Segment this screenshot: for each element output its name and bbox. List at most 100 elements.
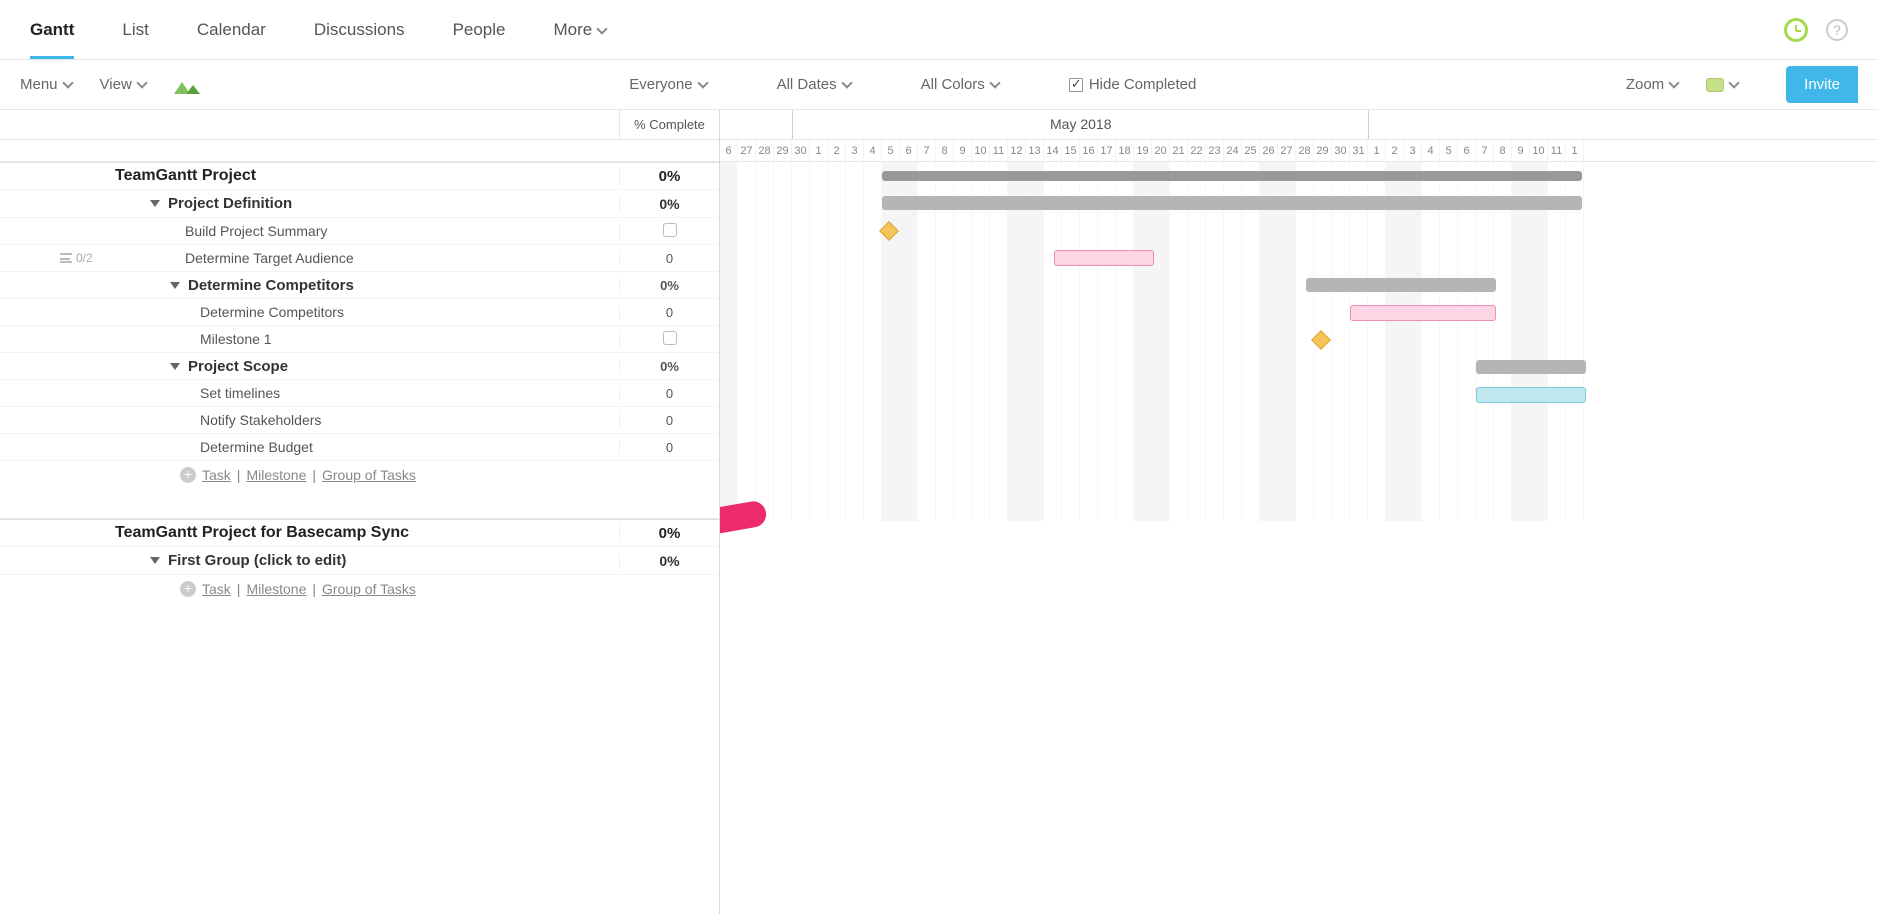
task-name: Notify Stakeholders [200, 412, 321, 428]
gantt-rows [720, 162, 1878, 521]
plus-icon[interactable]: + [180, 467, 196, 483]
tab-more-label: More [554, 20, 593, 39]
day-header-cell: 23 [1206, 140, 1224, 161]
day-header-cell: 18 [1116, 140, 1134, 161]
project-row[interactable]: TeamGantt Project 0% [0, 162, 719, 190]
checkbox-icon [1069, 78, 1083, 92]
gantt-task-bar[interactable] [1476, 387, 1586, 403]
task-checkbox[interactable] [663, 331, 677, 345]
task-name: Determine Competitors [200, 304, 344, 320]
subgroup-row[interactable]: Determine Competitors 0% [0, 272, 719, 299]
menu-dropdown[interactable]: Menu [20, 76, 72, 93]
hide-completed-toggle[interactable]: Hide Completed [1069, 76, 1197, 93]
day-header-cell: 21 [1170, 140, 1188, 161]
gantt-group-bar[interactable] [1306, 278, 1496, 292]
day-header-cell: 9 [954, 140, 972, 161]
day-header-cell: 9 [1512, 140, 1530, 161]
day-header-cell: 25 [1242, 140, 1260, 161]
chevron-down-icon [136, 77, 147, 88]
gantt-task-bar[interactable] [1350, 305, 1496, 321]
chevron-down-icon [989, 77, 1000, 88]
task-row[interactable]: Notify Stakeholders 0 [0, 407, 719, 434]
add-milestone-link[interactable]: Milestone [246, 467, 306, 483]
task-checkbox[interactable] [663, 223, 677, 237]
gantt-task-bar[interactable] [1054, 250, 1154, 266]
invite-button[interactable]: Invite [1786, 66, 1858, 103]
day-header-cell: 4 [1422, 140, 1440, 161]
landscape-icon[interactable] [174, 76, 200, 94]
chevron-down-icon [62, 77, 73, 88]
task-list-pane: % Complete TeamGantt Project 0% Project … [0, 110, 720, 914]
day-header-cell: 7 [1476, 140, 1494, 161]
subgroup-row[interactable]: Project Scope 0% [0, 353, 719, 380]
task-row[interactable]: Set timelines 0 [0, 380, 719, 407]
day-header-cell: 29 [774, 140, 792, 161]
add-group-link[interactable]: Group of Tasks [322, 467, 416, 483]
gantt-milestone[interactable] [1311, 330, 1331, 350]
day-header-cell: 2 [1386, 140, 1404, 161]
day-header-cell: 30 [792, 140, 810, 161]
tab-list[interactable]: List [122, 2, 148, 58]
gantt-group-bar[interactable] [882, 196, 1582, 210]
filter-bar: Menu View Everyone All Dates All Colors … [0, 60, 1878, 110]
tab-people[interactable]: People [453, 2, 506, 58]
group-name: Project Definition [168, 195, 292, 212]
plus-icon[interactable]: + [180, 581, 196, 597]
add-task-link[interactable]: Task [202, 467, 231, 483]
day-header-cell: 27 [738, 140, 756, 161]
add-task-link[interactable]: Task [202, 581, 231, 597]
tab-discussions[interactable]: Discussions [314, 2, 405, 58]
collapse-icon [170, 282, 180, 289]
tab-calendar[interactable]: Calendar [197, 2, 266, 58]
colors-label: All Colors [921, 76, 985, 93]
day-header-cell: 12 [1008, 140, 1026, 161]
task-row[interactable]: Build Project Summary [0, 218, 719, 245]
day-header-cell: 6 [900, 140, 918, 161]
zoom-dropdown[interactable]: Zoom [1626, 76, 1678, 93]
group-name: First Group (click to edit) [168, 552, 346, 569]
day-header-cell: 7 [918, 140, 936, 161]
filter-colors[interactable]: All Colors [921, 76, 999, 93]
gantt-group-bar[interactable] [1476, 360, 1586, 374]
gantt-summary-bar[interactable] [882, 171, 1582, 181]
help-icon[interactable]: ? [1826, 19, 1848, 41]
task-row[interactable]: Milestone 1 [0, 326, 719, 353]
add-group-link[interactable]: Group of Tasks [322, 581, 416, 597]
day-header-cell: 1 [1566, 140, 1584, 161]
view-dropdown[interactable]: View [100, 76, 146, 93]
task-name: Milestone 1 [200, 331, 272, 347]
clock-icon[interactable] [1784, 18, 1808, 42]
subgroup-name: Project Scope [188, 358, 288, 375]
group-row[interactable]: Project Definition 0% [0, 190, 719, 218]
tab-more[interactable]: More [554, 2, 607, 58]
add-milestone-link[interactable]: Milestone [246, 581, 306, 597]
collapse-icon [150, 200, 160, 207]
subtask-count-badge: 0/2 [60, 251, 93, 265]
add-row: + Task | Milestone | Group of Tasks [0, 461, 719, 489]
column-header-row: % Complete [0, 110, 719, 140]
project-row[interactable]: TeamGantt Project for Basecamp Sync 0% [0, 519, 719, 547]
filter-dates[interactable]: All Dates [777, 76, 851, 93]
task-row[interactable]: Determine Competitors 0 [0, 299, 719, 326]
filter-everyone[interactable]: Everyone [629, 76, 706, 93]
tab-gantt[interactable]: Gantt [30, 2, 74, 58]
color-swatch-icon [1706, 78, 1724, 92]
day-header-cell: 6 [1458, 140, 1476, 161]
task-row[interactable]: 0/2 Determine Target Audience 0 [0, 245, 719, 272]
gantt-timeline-pane[interactable]: May 2018 6272829301234567891011121314151… [720, 110, 1878, 914]
day-header-cell: 17 [1098, 140, 1116, 161]
subgroup-name: Determine Competitors [188, 277, 354, 294]
day-header-cell: 27 [1278, 140, 1296, 161]
gantt-milestone[interactable] [879, 221, 899, 241]
task-name: Build Project Summary [185, 223, 327, 239]
day-header-cell: 4 [864, 140, 882, 161]
color-picker[interactable] [1706, 78, 1738, 92]
subtask-count: 0/2 [76, 251, 93, 265]
day-header-cell: 6 [720, 140, 738, 161]
group-row[interactable]: First Group (click to edit) 0% [0, 547, 719, 575]
task-row[interactable]: Determine Budget 0 [0, 434, 719, 461]
everyone-label: Everyone [629, 76, 692, 93]
day-header-cell: 28 [756, 140, 774, 161]
task-percent: 0 [619, 305, 719, 320]
collapse-icon [150, 557, 160, 564]
